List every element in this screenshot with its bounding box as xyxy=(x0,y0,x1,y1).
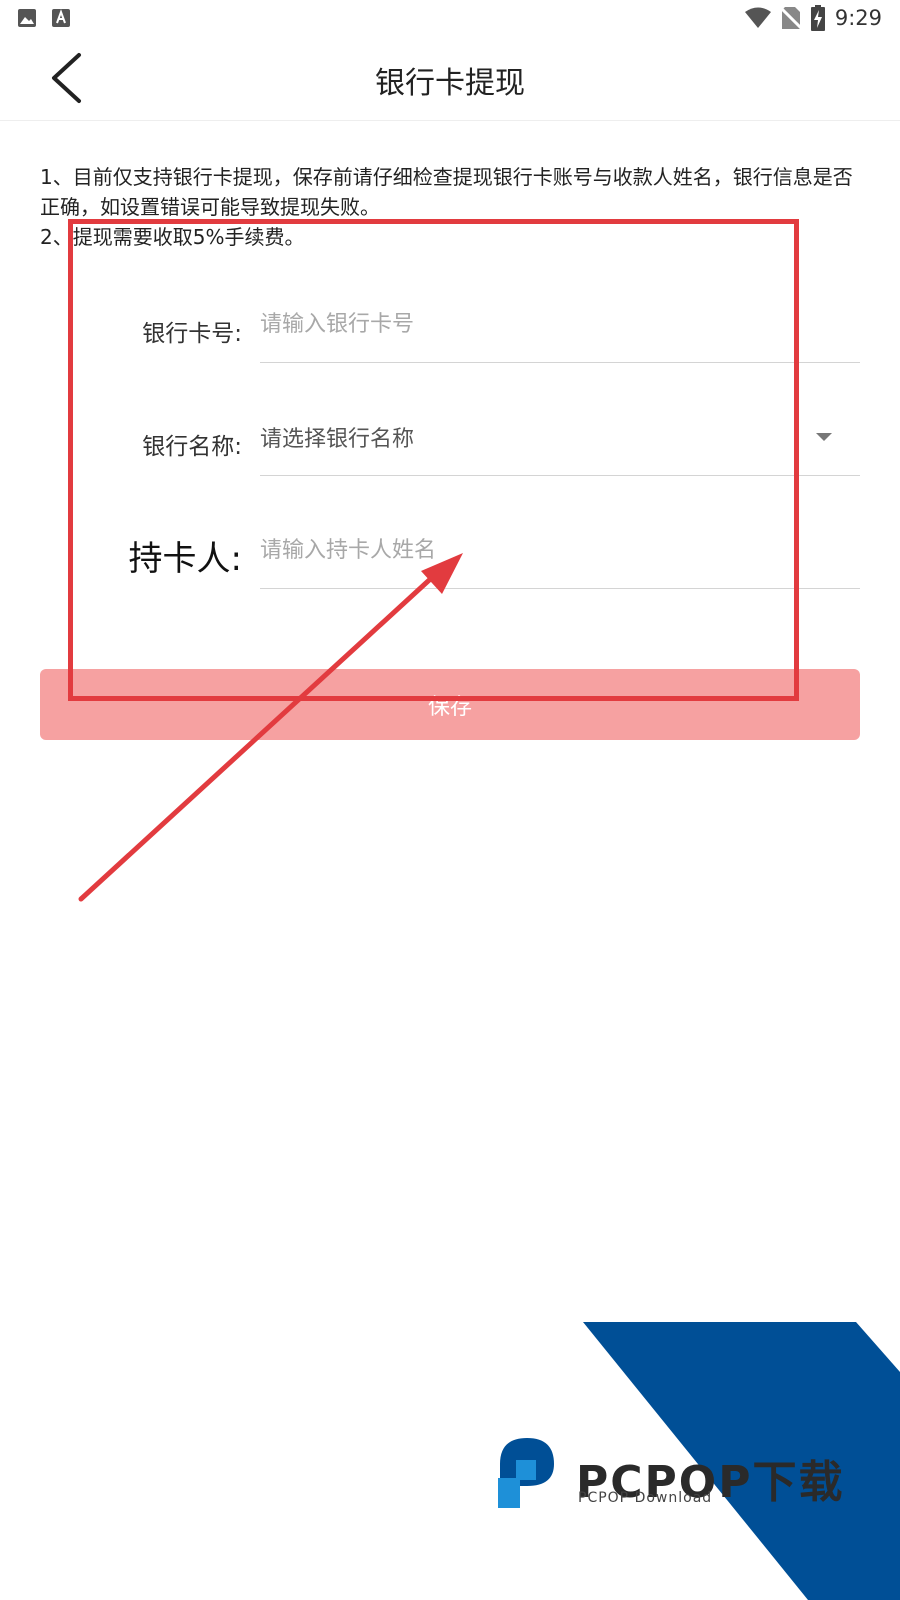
card-number-input[interactable] xyxy=(260,302,780,346)
card-number-label: 银行卡号: xyxy=(142,321,242,347)
card-number-field xyxy=(260,292,860,363)
notice-line-2: 2、提现需要收取5%手续费。 xyxy=(40,225,305,249)
holder-field xyxy=(260,518,860,589)
bank-name-row: 银行名称: 请选择银行名称 xyxy=(0,405,900,515)
app-bar: 银行卡提现 xyxy=(0,36,900,121)
no-sim-icon xyxy=(780,6,801,30)
bank-name-select[interactable]: 请选择银行名称 xyxy=(260,405,860,476)
status-time: 9:29 xyxy=(834,6,882,30)
status-bar: 9:29 xyxy=(0,0,900,36)
bank-name-label: 银行名称: xyxy=(142,434,242,460)
battery-charging-icon xyxy=(810,5,825,31)
holder-name-input[interactable] xyxy=(260,528,780,572)
watermark-logo xyxy=(492,1430,562,1508)
withdraw-notice: 1、目前仅支持银行卡提现，保存前请仔细检查提现银行卡账号与收款人姓名，银行信息是… xyxy=(40,162,860,252)
wifi-icon xyxy=(744,7,771,28)
watermark-subtitle: PCPOP Download xyxy=(578,1490,713,1506)
save-button[interactable]: 保存 xyxy=(40,669,860,740)
holder-label: 持卡人: xyxy=(128,539,242,579)
notice-line-1: 1、目前仅支持银行卡提现，保存前请仔细检查提现银行卡账号与收款人姓名，银行信息是… xyxy=(40,165,853,219)
holder-row: 持卡人: xyxy=(0,518,900,628)
status-right-icons: 9:29 xyxy=(744,4,882,32)
page-title: 银行卡提现 xyxy=(375,66,525,101)
caret-down-icon xyxy=(816,433,832,441)
bank-name-selected-value: 请选择银行名称 xyxy=(260,427,415,452)
card-number-row: 银行卡号: xyxy=(0,292,900,402)
text-a-icon xyxy=(52,9,70,27)
image-icon xyxy=(18,9,36,27)
status-left-icons xyxy=(18,9,70,27)
